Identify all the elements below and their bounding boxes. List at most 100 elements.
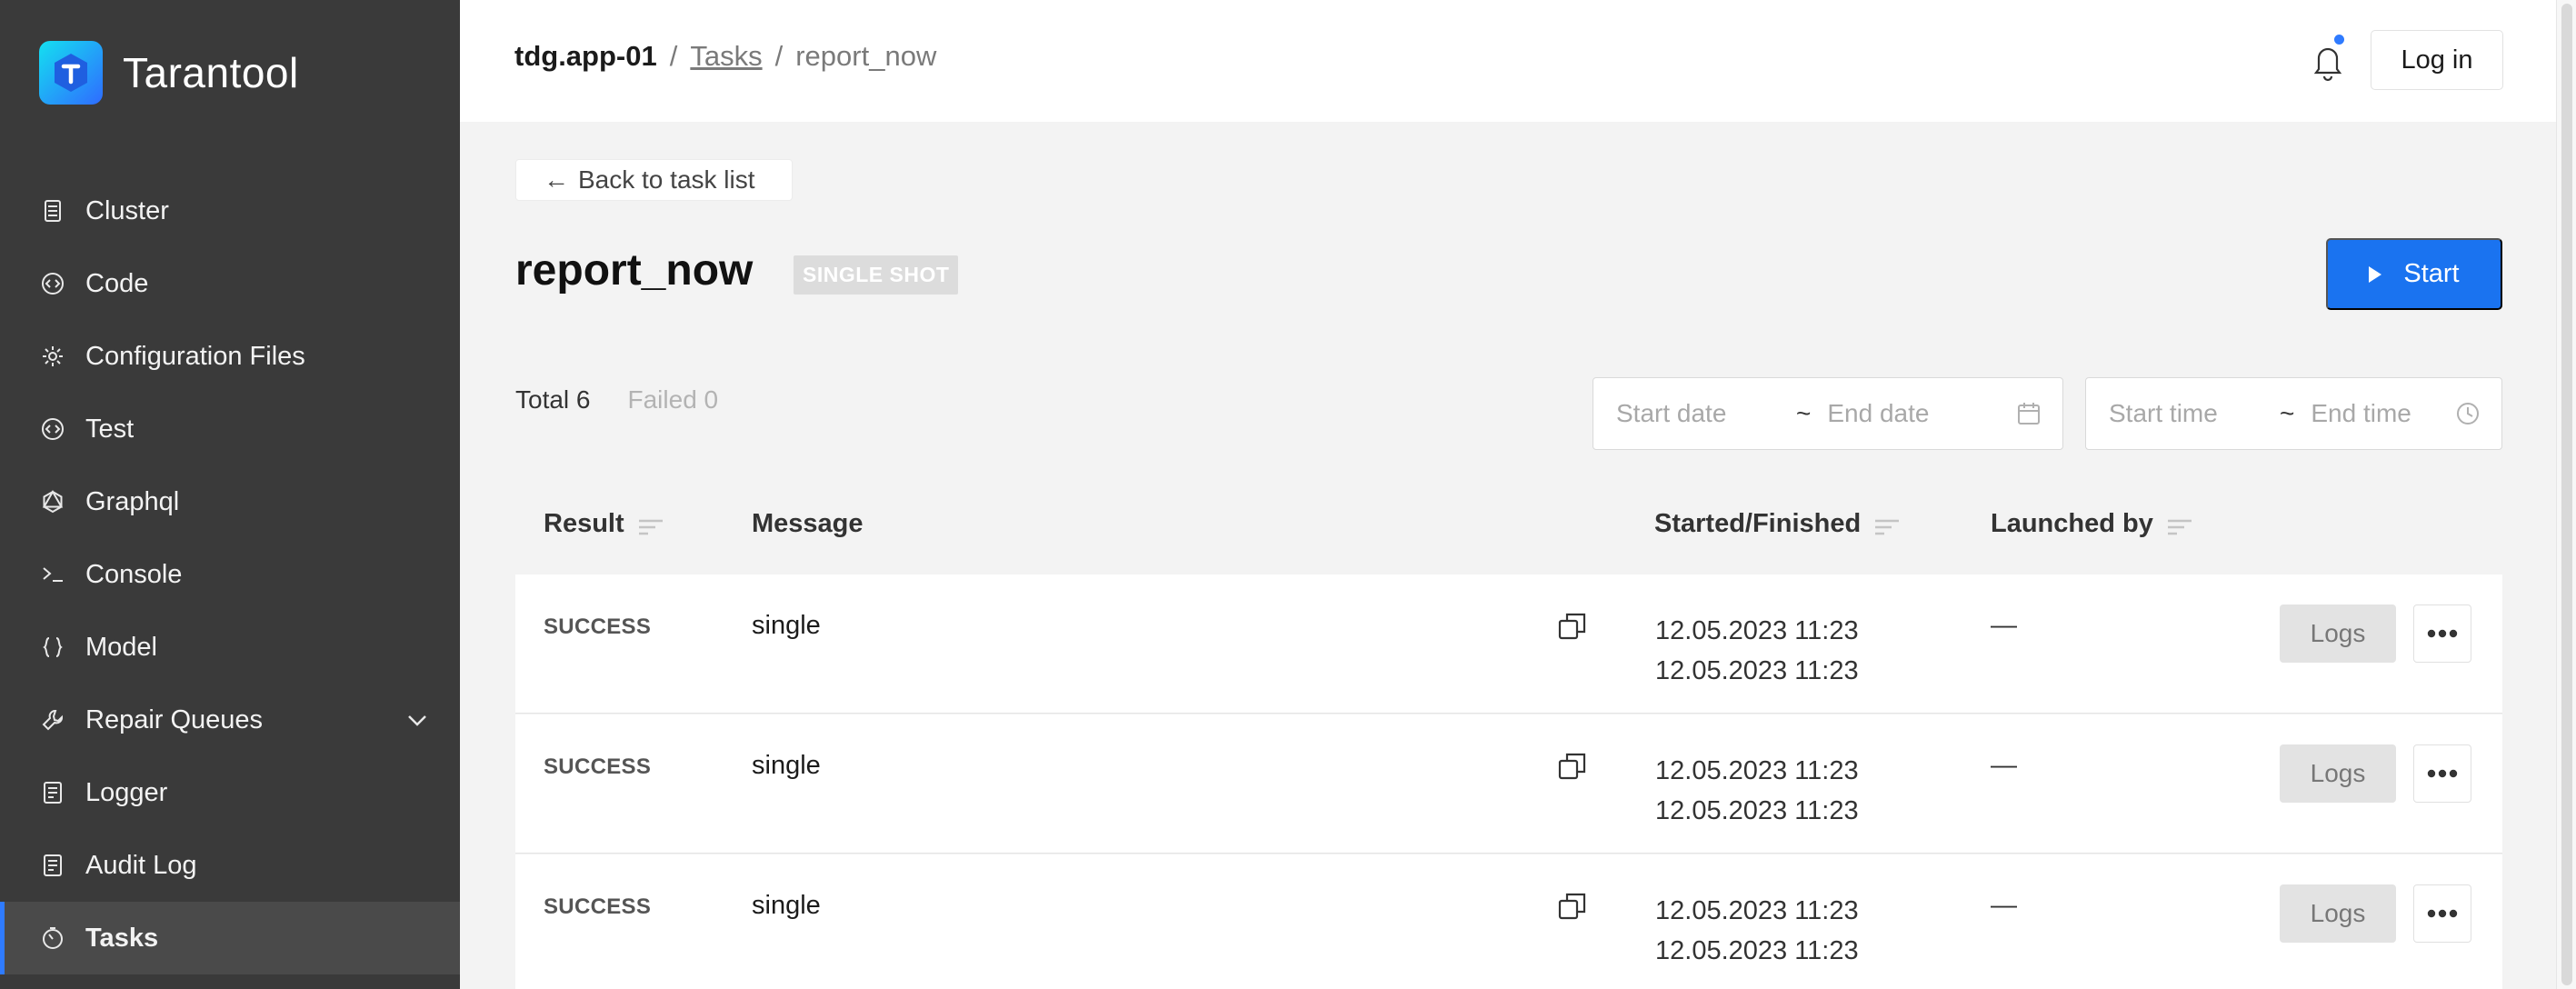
stat-failed[interactable]: Failed 0 xyxy=(628,385,719,415)
sidebar-item-label: Test xyxy=(85,414,135,444)
breadcrumb-root[interactable]: tdg.app-01 xyxy=(514,40,657,73)
clock-icon xyxy=(2454,400,2481,427)
sidebar-item-label: Model xyxy=(85,632,157,662)
column-header-message: Message xyxy=(752,509,864,539)
message-cell: single xyxy=(752,611,821,640)
top-header: tdg.app-01 / Tasks / report_now Log in xyxy=(460,0,2556,122)
graphql-icon xyxy=(39,488,66,515)
more-actions-button[interactable] xyxy=(2413,744,2471,803)
end-time-input[interactable]: End time xyxy=(2311,399,2411,428)
finished-time: 12.05.2023 11:23 xyxy=(1655,936,1859,965)
column-header-launched-by[interactable]: Launched by xyxy=(1991,509,2193,539)
end-date-input[interactable]: End date xyxy=(1827,399,1929,428)
date-range-picker[interactable]: Start date ~ End date xyxy=(1593,377,2063,450)
model-icon xyxy=(39,634,66,661)
start-time-input[interactable]: Start time xyxy=(2109,399,2263,428)
test-icon xyxy=(39,415,66,443)
finished-time: 12.05.2023 11:23 xyxy=(1655,796,1859,825)
chevron-down-icon[interactable] xyxy=(404,706,431,734)
sidebar-item-tasks[interactable]: Tasks xyxy=(0,902,460,974)
sort-icon[interactable] xyxy=(1873,514,1901,534)
column-header-label: Message xyxy=(752,509,864,538)
column-header-label: Launched by xyxy=(1991,509,2153,538)
wrench-icon xyxy=(39,706,66,734)
logger-icon xyxy=(39,779,66,806)
time-range-separator: ~ xyxy=(2280,399,2295,427)
calendar-icon xyxy=(2015,400,2042,427)
sidebar-item-code[interactable]: Code xyxy=(0,247,460,320)
started-finished-cell: 12.05.2023 11:23 12.05.2023 11:23 xyxy=(1655,751,1859,831)
result-cell: SUCCESS xyxy=(544,754,652,779)
more-actions-button[interactable] xyxy=(2413,884,2471,943)
launched-by-cell: — xyxy=(1991,891,2017,920)
sidebar-item-label: Console xyxy=(85,559,183,589)
cluster-icon xyxy=(39,197,66,225)
logs-button[interactable]: Logs xyxy=(2280,744,2396,803)
result-cell: SUCCESS xyxy=(544,614,652,639)
copy-icon[interactable] xyxy=(1557,891,1588,922)
app-logo[interactable]: Tarantool xyxy=(39,41,299,105)
sidebar-item-label: Configuration Files xyxy=(85,341,305,371)
breadcrumb-separator: / xyxy=(774,40,784,72)
started-finished-cell: 12.05.2023 11:23 12.05.2023 11:23 xyxy=(1655,891,1859,971)
code-icon xyxy=(39,270,66,297)
start-date-input[interactable]: Start date xyxy=(1616,399,1780,428)
notifications-bell-icon[interactable] xyxy=(2310,35,2346,82)
message-cell: single xyxy=(752,751,821,780)
launched-by-cell: — xyxy=(1991,611,2017,640)
sidebar-nav: Cluster Code Configuration Files Test Gr… xyxy=(0,175,460,974)
column-header-label: Started/Finished xyxy=(1654,509,1862,538)
table-row: SUCCESS single 12.05.2023 11:23 12.05.20… xyxy=(515,574,2502,714)
gear-icon xyxy=(39,343,66,370)
more-actions-button[interactable] xyxy=(2413,604,2471,663)
date-range-separator: ~ xyxy=(1796,399,1812,427)
login-button[interactable]: Log in xyxy=(2371,30,2503,90)
started-time: 12.05.2023 11:23 xyxy=(1655,756,1859,785)
copy-icon[interactable] xyxy=(1557,751,1588,782)
sidebar-item-test[interactable]: Test xyxy=(0,393,460,465)
notification-dot xyxy=(2334,35,2344,45)
tasks-icon xyxy=(39,924,66,952)
table-row: SUCCESS single 12.05.2023 11:23 12.05.20… xyxy=(515,854,2502,989)
column-header-started-finished[interactable]: Started/Finished xyxy=(1654,509,1901,539)
sort-icon[interactable] xyxy=(637,514,664,534)
breadcrumb-current: report_now xyxy=(795,40,937,72)
back-to-task-list-button[interactable]: ← Back to task list xyxy=(515,159,793,201)
start-button[interactable]: Start xyxy=(2326,238,2502,310)
vertical-scrollbar[interactable] xyxy=(2556,0,2576,989)
tarantool-logo-icon xyxy=(39,41,103,105)
sidebar-item-repair-queues[interactable]: Repair Queues xyxy=(0,684,460,756)
sidebar-item-label: Code xyxy=(85,268,149,298)
finished-time: 12.05.2023 11:23 xyxy=(1655,656,1859,685)
sidebar-item-model[interactable]: Model xyxy=(0,611,460,684)
table-row: SUCCESS single 12.05.2023 11:23 12.05.20… xyxy=(515,714,2502,854)
sort-icon[interactable] xyxy=(2166,514,2193,534)
column-header-result[interactable]: Result xyxy=(544,509,664,539)
breadcrumb: tdg.app-01 / Tasks / report_now xyxy=(514,40,936,73)
logs-button[interactable]: Logs xyxy=(2280,604,2396,663)
sidebar-item-cluster[interactable]: Cluster xyxy=(0,175,460,247)
sidebar-item-label: Cluster xyxy=(85,195,169,225)
sidebar: Tarantool Cluster Code Configuration Fil… xyxy=(0,0,460,989)
breadcrumb-link-tasks[interactable]: Tasks xyxy=(690,40,762,73)
scrollbar-thumb[interactable] xyxy=(2561,4,2572,985)
launched-by-cell: — xyxy=(1991,751,2017,780)
sidebar-item-graphql[interactable]: Graphql xyxy=(0,465,460,538)
logs-button[interactable]: Logs xyxy=(2280,884,2396,943)
audit-log-icon xyxy=(39,852,66,879)
sidebar-item-label: Graphql xyxy=(85,486,180,516)
sidebar-item-logger[interactable]: Logger xyxy=(0,756,460,829)
result-cell: SUCCESS xyxy=(544,894,652,919)
time-range-picker[interactable]: Start time ~ End time xyxy=(2085,377,2502,450)
ellipsis-icon xyxy=(2427,769,2458,778)
sidebar-item-audit-log[interactable]: Audit Log xyxy=(0,829,460,902)
back-button-label: Back to task list xyxy=(578,165,755,194)
sidebar-item-configuration-files[interactable]: Configuration Files xyxy=(0,320,460,393)
stat-total[interactable]: Total 6 xyxy=(515,385,591,415)
column-header-label: Result xyxy=(544,509,624,538)
start-button-label: Start xyxy=(2403,259,2460,288)
copy-icon[interactable] xyxy=(1557,611,1588,642)
sidebar-item-label: Logger xyxy=(85,777,168,807)
sidebar-item-console[interactable]: Console xyxy=(0,538,460,611)
ellipsis-icon xyxy=(2427,629,2458,638)
